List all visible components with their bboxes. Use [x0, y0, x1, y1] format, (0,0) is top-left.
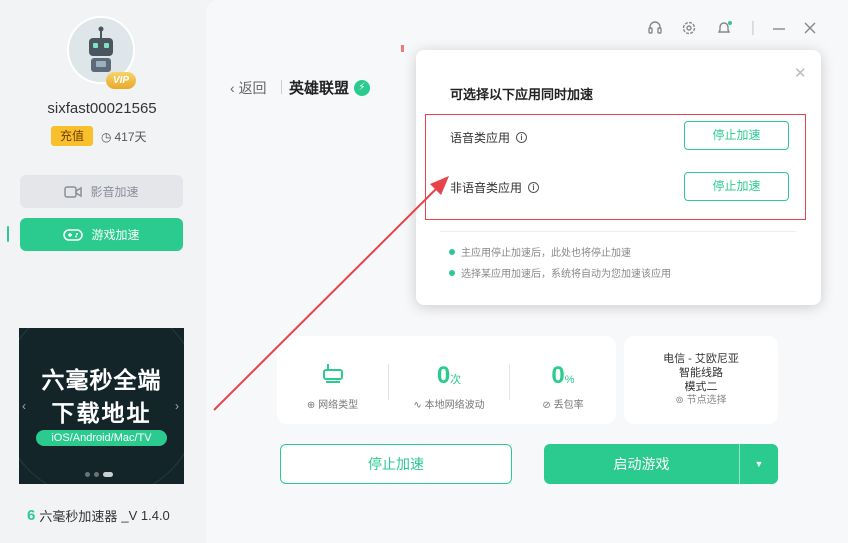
popup-note-2: 选择某应用加速后，系统将自动为您加速该应用: [449, 265, 671, 280]
game-title: 英雄联盟 ⚡: [289, 77, 371, 98]
gamepad-icon: [63, 228, 84, 241]
popup-divider: [440, 231, 796, 232]
jitter-label-text: 本地网络波动: [424, 400, 485, 411]
banner-prev-icon[interactable]: ‹: [22, 399, 26, 413]
jitter-value: 0: [436, 362, 451, 389]
banner-title-line1: 六毫秒全端: [41, 367, 162, 393]
banner-dot-active[interactable]: [103, 472, 113, 477]
loss-unit: %: [564, 374, 575, 386]
vip-badge: VIP: [106, 72, 136, 89]
link-icon: ⊘: [542, 400, 554, 411]
banner-dot[interactable]: [94, 472, 99, 477]
network-type-label-text: 网络类型: [318, 400, 359, 411]
game-title-text: 英雄联盟: [289, 80, 350, 97]
red-marker: [401, 45, 404, 52]
days-remaining: ◷ 417天: [101, 128, 147, 145]
banner-next-icon[interactable]: ›: [175, 399, 179, 413]
stop-acceleration-button[interactable]: 停止加速: [280, 444, 512, 484]
bolt-icon: ⚡: [354, 79, 371, 96]
router-icon: [277, 362, 388, 391]
node-select[interactable]: ⊚ 节点选择: [624, 394, 778, 408]
note-1-text: 主应用停止加速后，此处也将停止加速: [461, 248, 631, 259]
back-button[interactable]: ‹ 返回: [230, 78, 267, 98]
node-select-label: 节点选择: [686, 395, 727, 406]
note-bullet: [449, 248, 455, 255]
nonvoice-app-row: 非语音类应用 i: [450, 179, 540, 196]
info-icon[interactable]: i: [528, 182, 540, 193]
node-line2: 智能线路: [679, 367, 723, 379]
video-icon: [64, 185, 83, 198]
banner-dot[interactable]: [85, 472, 90, 477]
voice-app-label: 语音类应用: [450, 131, 511, 145]
loss-label-text: 丢包率: [553, 400, 584, 411]
header-divider: [281, 80, 282, 94]
version-info: 6 六毫秒加速器 _V 1.4.0: [27, 506, 170, 525]
loss-value: 0: [551, 362, 565, 389]
note-2-text: 选择某应用加速后，系统将自动为您加速该应用: [461, 269, 671, 280]
nav-item-game[interactable]: 游戏加速: [20, 218, 183, 251]
stat-network-type-label: ⊕ 网络类型: [277, 396, 388, 411]
voice-app-stop-button[interactable]: 停止加速: [684, 121, 789, 150]
brand-name: 六毫秒加速器: [39, 509, 118, 524]
banner-platforms: iOS/Android/Mac/TV: [36, 430, 167, 446]
gear-icon[interactable]: [681, 20, 697, 40]
info-icon[interactable]: i: [516, 132, 528, 143]
version-number: _V 1.4.0: [121, 508, 170, 523]
stat-loss: 0% ⊘ 丢包率: [510, 336, 616, 424]
recharge-button[interactable]: 充值: [51, 126, 93, 146]
clock-icon: ◷: [101, 129, 112, 144]
nav-active-indicator: [7, 226, 9, 242]
nav-item-game-label: 游戏加速: [91, 228, 140, 242]
popup-note-1: 主应用停止加速后，此处也将停止加速: [449, 244, 631, 259]
days-remaining-text: 417天: [114, 130, 147, 144]
loss-value-wrap: 0%: [510, 362, 616, 390]
banner-title-line2: 下载地址: [51, 400, 152, 426]
stat-jitter-label: ∿ 本地网络波动: [389, 396, 509, 411]
stat-network-type: ⊕ 网络类型: [277, 336, 388, 424]
node-card[interactable]: 电信 - 艾欧尼亚 智能线路 模式二 ⊚ 节点选择: [624, 336, 778, 424]
stats-card: ⊕ 网络类型 0次 ∿ 本地网络波动 0% ⊘ 丢包率: [277, 336, 616, 424]
start-game-button[interactable]: 启动游戏 ▼: [544, 444, 778, 484]
node-line3: 模式二: [684, 381, 718, 393]
minimize-icon[interactable]: [772, 20, 786, 40]
brand-logo-icon: 6: [27, 507, 36, 524]
node-icon: ⊚: [675, 395, 687, 406]
jitter-value-wrap: 0次: [389, 362, 509, 390]
stat-loss-label: ⊘ 丢包率: [510, 396, 616, 411]
popup-title: 可选择以下应用同时加速: [450, 87, 594, 102]
topbar-divider: |: [751, 19, 755, 36]
headset-icon[interactable]: [647, 20, 663, 40]
wave-icon: ∿: [413, 400, 425, 411]
bell-icon[interactable]: [716, 20, 734, 40]
popup-close-icon[interactable]: ✕: [794, 64, 807, 82]
username: sixfast00021565: [47, 100, 157, 117]
nav-item-video-label: 影音加速: [90, 185, 139, 199]
download-banner[interactable]: 六毫秒全端 下载地址 iOS/Android/Mac/TV ‹ ›: [19, 328, 184, 484]
globe-icon: ⊕: [306, 400, 319, 411]
caret-down-icon[interactable]: ▼: [740, 444, 778, 484]
note-bullet: [449, 269, 455, 276]
back-label: 返回: [238, 80, 267, 96]
chevron-left-icon: ‹: [230, 80, 239, 96]
sidebar: VIP sixfast00021565 充值 ◷ 417天 影音加速 游戏加速 …: [0, 0, 204, 543]
voice-app-row: 语音类应用 i: [450, 129, 528, 146]
banner-pagination: [85, 472, 113, 477]
stat-jitter: 0次 ∿ 本地网络波动: [389, 336, 509, 424]
start-game-label: 启动游戏: [613, 456, 670, 472]
nonvoice-app-label: 非语音类应用: [450, 181, 523, 195]
node-line1: 电信 - 艾欧尼亚: [663, 353, 739, 365]
jitter-unit: 次: [450, 374, 462, 386]
nav-item-video[interactable]: 影音加速: [20, 175, 183, 208]
nonvoice-app-stop-button[interactable]: 停止加速: [684, 172, 789, 201]
close-icon[interactable]: [803, 20, 817, 40]
